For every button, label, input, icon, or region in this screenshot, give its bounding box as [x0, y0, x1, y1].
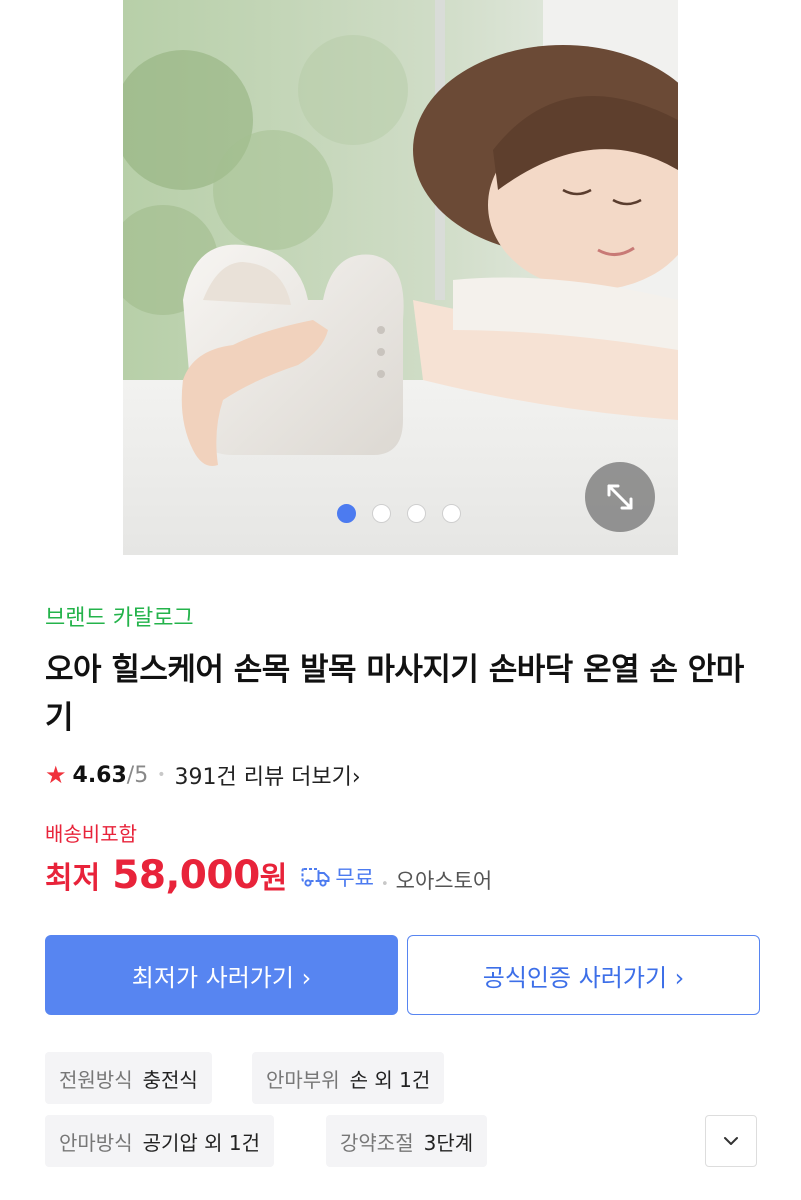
spec-chip: 안마방식 공기압 외 1건 [45, 1115, 275, 1167]
fullscreen-button[interactable] [585, 462, 655, 532]
official-buy-button[interactable]: 공식인증 사러가기 › [407, 935, 760, 1015]
chevron-down-icon [724, 1137, 738, 1145]
spec-chip: 강약조절 3단계 [326, 1115, 488, 1167]
review-link-label: 391건 리뷰 더보기 [174, 765, 352, 790]
carousel-dot[interactable] [337, 504, 356, 523]
separator-dot: • [157, 767, 166, 783]
spec-label: 강약조절 [340, 1130, 414, 1155]
review-more-link[interactable]: 391건 리뷰 더보기› [174, 759, 360, 791]
spec-label: 안마방식 [59, 1130, 133, 1155]
spec-label: 안마부위 [266, 1067, 340, 1092]
carousel-dot[interactable] [442, 504, 461, 523]
product-title: 오아 힐스케어 손목 발목 마사지기 손바닥 온열 손 안마기 [45, 652, 744, 736]
spec-value: 3단계 [423, 1130, 474, 1155]
store-name[interactable]: 오아스토어 [396, 865, 493, 895]
price-unit: 원 [259, 861, 288, 896]
separator-dot: • [380, 877, 389, 892]
spec-value: 충전식 [142, 1067, 198, 1092]
star-icon: ★ [45, 761, 67, 789]
price-amount: 58,000 [112, 853, 260, 898]
carousel-dot[interactable] [372, 504, 391, 523]
carousel-dot[interactable] [407, 504, 426, 523]
spec-chip: 전원방식 충전식 [45, 1052, 212, 1104]
specs-expand-button[interactable] [705, 1115, 757, 1167]
price-prefix: 최저 [45, 861, 101, 896]
truck-icon [301, 868, 330, 887]
carousel-indicator [337, 504, 461, 523]
free-shipping: 무료 [301, 862, 374, 892]
brand-catalog-link[interactable]: 브랜드 카탈로그 [45, 600, 194, 632]
free-shipping-label: 무료 [335, 866, 374, 890]
spec-label: 전원방식 [59, 1067, 133, 1092]
expand-diagonal-icon [607, 484, 633, 510]
rating-row: ★ 4.63 /5 • 391건 리뷰 더보기› [45, 758, 361, 792]
lowest-price-buy-button[interactable]: 최저가 사러가기 › [45, 935, 398, 1015]
product-image-carousel[interactable] [123, 0, 678, 555]
chevron-right-icon: › [351, 765, 361, 790]
spec-value: 손 외 1건 [349, 1067, 431, 1092]
shipping-included-label: 배송비포함 [45, 822, 137, 846]
price-row: 최저 58,000 원 무료 • 오아스토어 [45, 853, 492, 898]
rating-value: 4.63 [72, 762, 127, 788]
spec-chip: 안마부위 손 외 1건 [252, 1052, 445, 1104]
spec-value: 공기압 외 1건 [142, 1130, 261, 1155]
rating-max: /5 [126, 762, 149, 788]
